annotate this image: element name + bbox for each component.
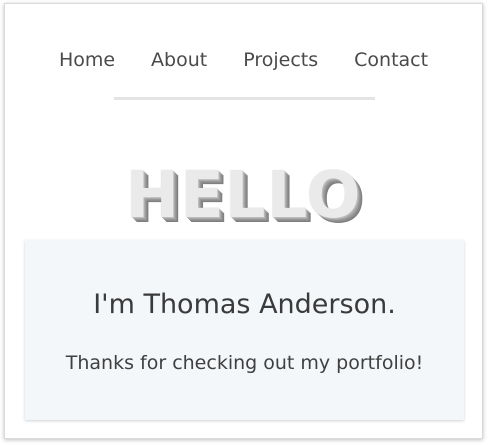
nav-divider (114, 97, 375, 100)
hello-heading: HELLO (125, 159, 362, 233)
nav-link-about[interactable]: About (151, 49, 207, 71)
intro-subtitle: Thanks for checking out my portfolio! (65, 352, 424, 374)
nav-link-projects[interactable]: Projects (243, 49, 318, 71)
page-frame: Home About Projects Contact HELLO I'm Th… (4, 3, 483, 439)
nav-link-home[interactable]: Home (59, 49, 115, 71)
intro-card: I'm Thomas Anderson. Thanks for checking… (25, 240, 464, 420)
intro-title: I'm Thomas Anderson. (93, 289, 396, 320)
nav-link-contact[interactable]: Contact (354, 49, 428, 71)
main-nav: Home About Projects Contact (5, 49, 482, 71)
